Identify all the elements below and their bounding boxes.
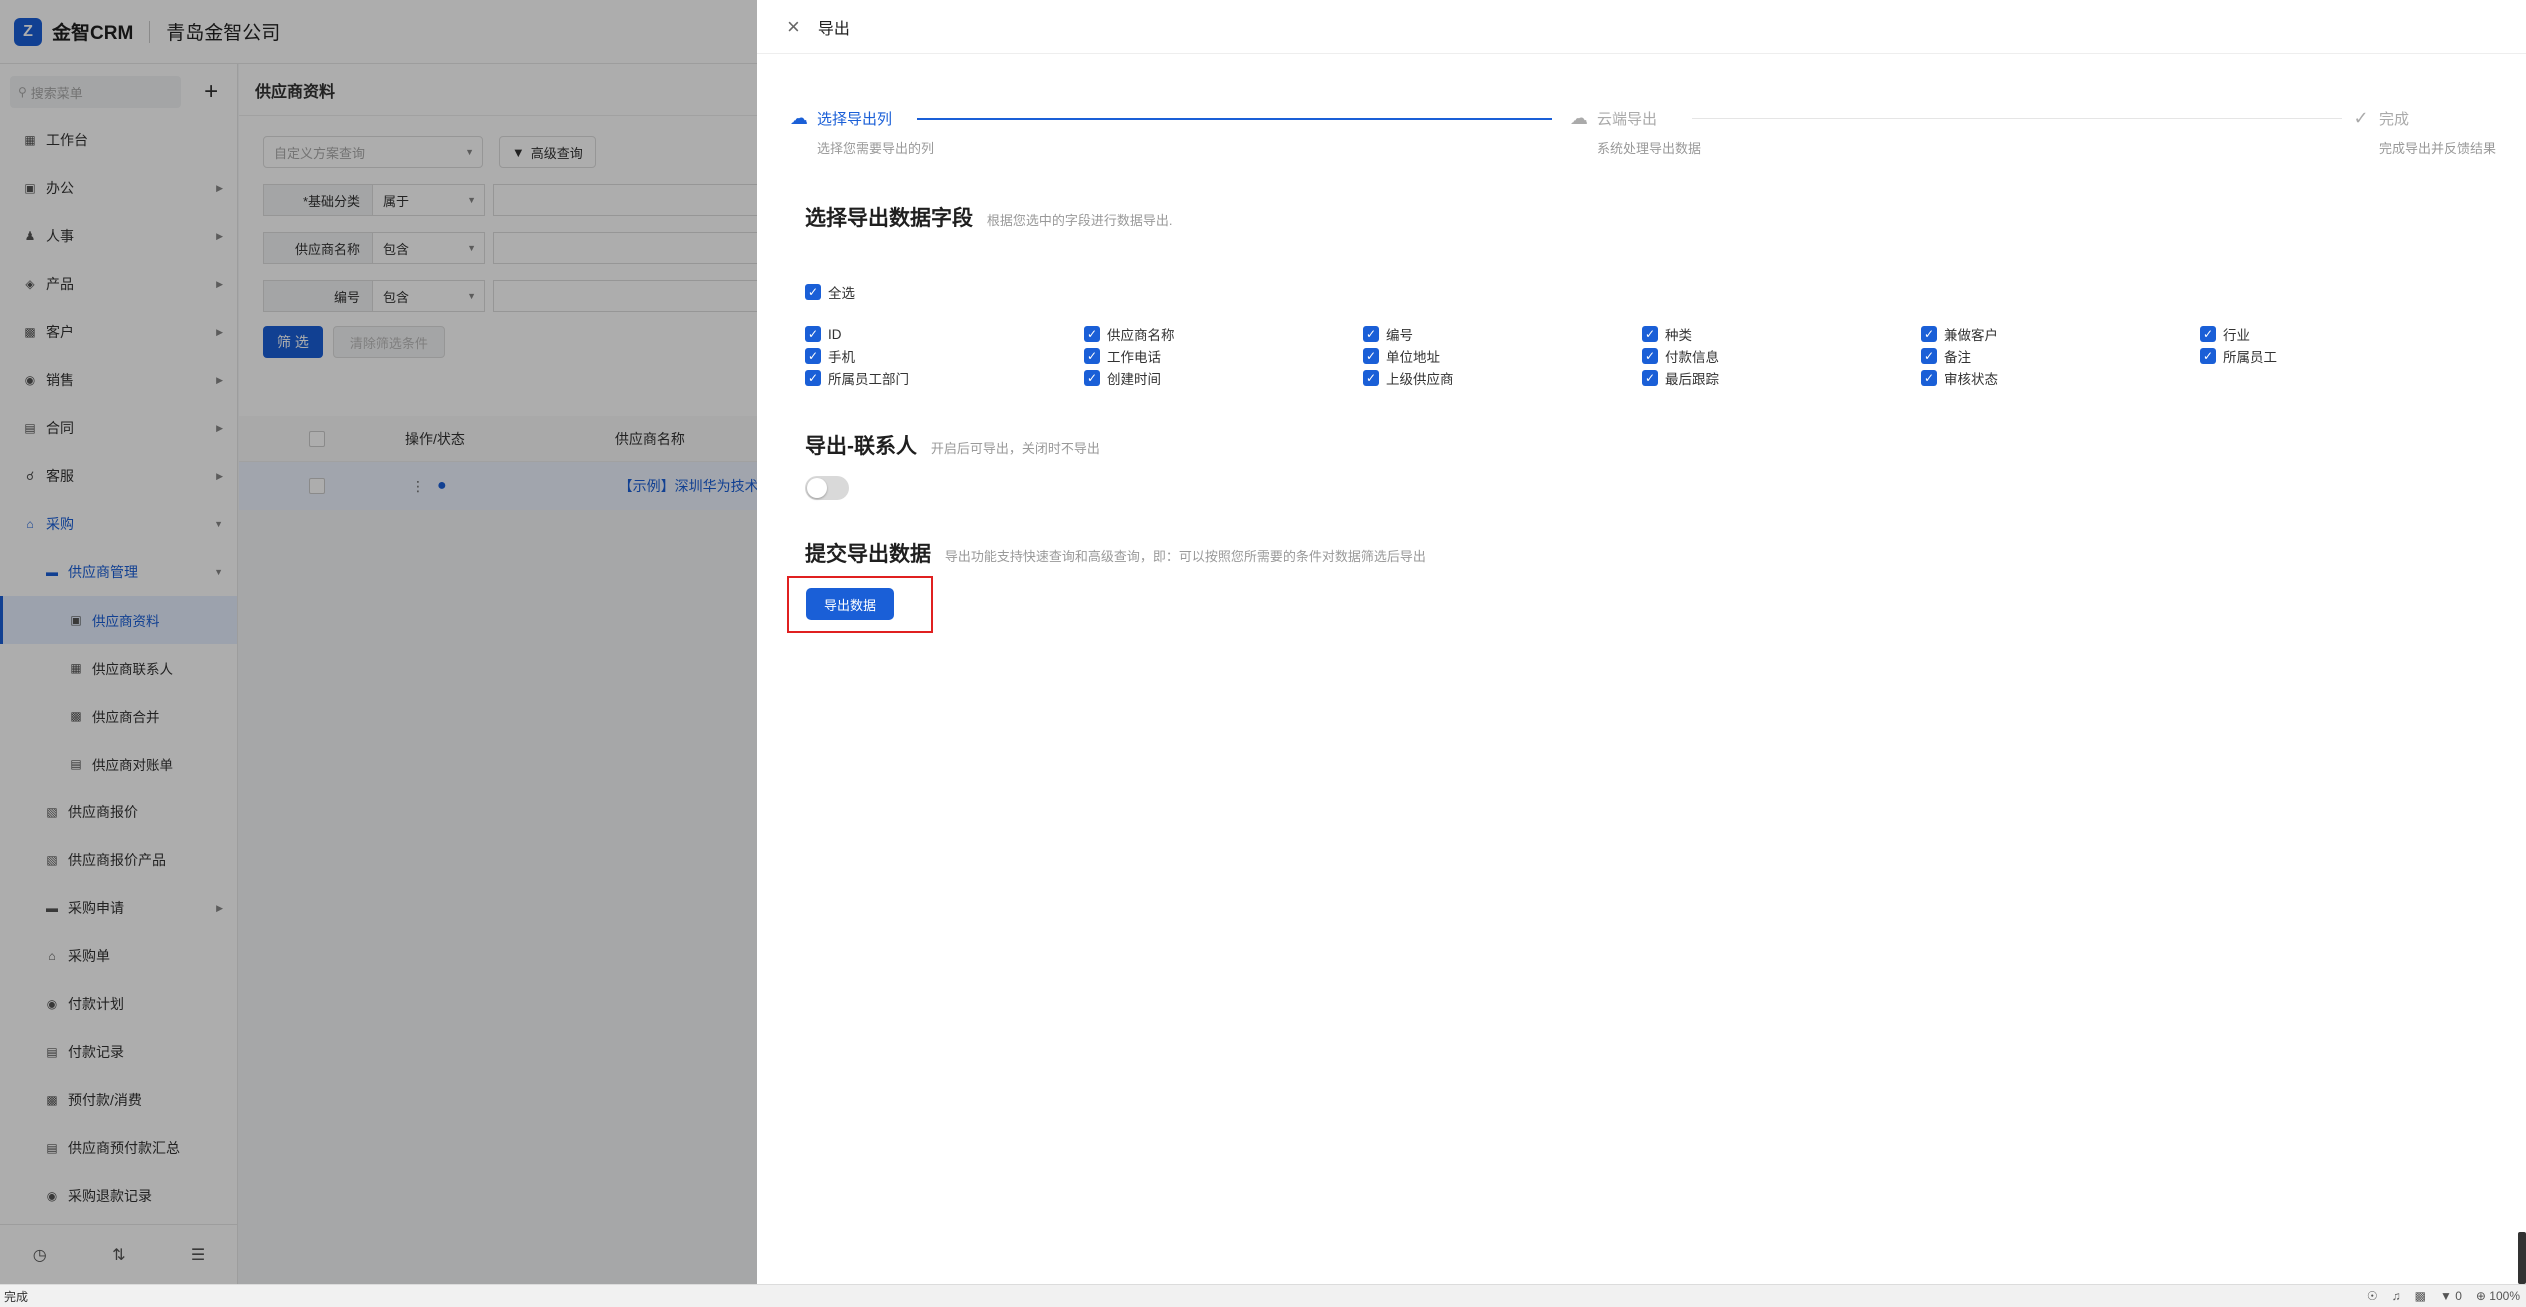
field-checkbox[interactable]: ✓ 所属员工 xyxy=(2200,348,2479,365)
field-checkbox[interactable]: ✓ 最后跟踪 xyxy=(1642,370,1921,387)
export-steps: ☁ 选择导出列 选择您需要导出的列 ☁ 云端导出 系统处理导出数据 ✓ 完成 完… xyxy=(787,106,2526,166)
download-counter[interactable]: ▼ 0 xyxy=(2440,1289,2462,1303)
checkbox-checked-icon: ✓ xyxy=(805,370,821,386)
cloud-upload-icon: ☁ xyxy=(790,107,808,128)
field-label: 上级供应商 xyxy=(1386,372,1454,387)
checkbox-checked-icon: ✓ xyxy=(2200,348,2216,364)
zoom-icon: ⊕ xyxy=(2475,1289,2486,1303)
zoom-control[interactable]: ⊕ 100% xyxy=(2476,1289,2520,1303)
section-title: 导出-联系人 xyxy=(805,435,917,458)
drawer-title: 导出 xyxy=(817,20,850,38)
export-fields-grid: ✓ ID ✓ 供应商名称 ✓ 编号 ✓ 种类 ✓ 兼做客户 ✓ 行业 ✓ 手机 ✓ 工作电话 ✓… xyxy=(805,326,2505,387)
checkbox-checked-icon: ✓ xyxy=(805,348,821,364)
check-circle-icon: ✓ xyxy=(2353,107,2369,128)
step-complete: ✓ 完成 完成导出并反馈结果 xyxy=(2349,106,2496,157)
checkbox-checked-icon: ✓ xyxy=(1921,326,1937,342)
close-icon[interactable]: × xyxy=(787,15,800,38)
field-checkbox[interactable]: ✓ 手机 xyxy=(805,348,1084,365)
field-checkbox[interactable]: ✓ 种类 xyxy=(1642,326,1921,343)
field-checkbox[interactable]: ✓ 编号 xyxy=(1363,326,1642,343)
status-text: 完成 xyxy=(4,1289,29,1304)
contacts-section-header: 导出-联系人 开启后可导出，关闭时不导出 xyxy=(805,430,1100,460)
field-checkbox[interactable]: ✓ 单位地址 xyxy=(1363,348,1642,365)
browser-status-bar: 完成 ☉ ♫ ▩ ▼ 0 ⊕ 100% xyxy=(0,1284,2526,1307)
field-label: 备注 xyxy=(1944,350,1971,365)
export-contacts-toggle[interactable] xyxy=(805,476,849,500)
section-title: 提交导出数据 xyxy=(805,543,931,566)
counter-value: 0 xyxy=(2455,1289,2462,1303)
section-title: 选择导出数据字段 xyxy=(805,207,973,230)
step-desc: 系统处理导出数据 xyxy=(1597,141,1702,156)
field-label: 兼做客户 xyxy=(1944,328,1998,343)
field-checkbox[interactable]: ✓ 供应商名称 xyxy=(1084,326,1363,343)
field-label: 所属员工 xyxy=(2223,350,2277,365)
checkbox-checked-icon: ✓ xyxy=(1642,348,1658,364)
fields-section-header: 选择导出数据字段 根据您选中的字段进行数据导出. xyxy=(805,202,1173,232)
download-icon: ▼ xyxy=(2439,1289,2452,1303)
select-all-checkbox[interactable]: ✓ 全选 xyxy=(805,282,855,302)
submit-section-header: 提交导出数据 导出功能支持快速查询和高级查询，即：可以按照您所需要的条件对数据筛… xyxy=(805,538,1426,568)
step-connector xyxy=(917,118,1552,120)
cloud-icon: ☁ xyxy=(1570,107,1588,128)
field-checkbox[interactable]: ✓ 付款信息 xyxy=(1642,348,1921,365)
section-desc: 根据您选中的字段进行数据导出. xyxy=(986,213,1173,228)
step-title: 完成 xyxy=(2379,110,2410,128)
zoom-value: 100% xyxy=(2489,1289,2520,1303)
checkbox-checked-icon: ✓ xyxy=(1363,326,1379,342)
step-connector xyxy=(1692,118,2342,119)
checkbox-checked-icon: ✓ xyxy=(805,326,821,342)
step-desc: 选择您需要导出的列 xyxy=(817,141,935,156)
step-title: 云端导出 xyxy=(1597,110,1658,128)
lock-icon[interactable]: ▩ xyxy=(2415,1289,2426,1303)
field-label: 行业 xyxy=(2223,328,2250,343)
field-label: ID xyxy=(828,326,842,342)
step-select-columns: ☁ 选择导出列 选择您需要导出的列 xyxy=(787,106,934,157)
field-label: 审核状态 xyxy=(1944,372,1998,387)
highlight-box: 导出数据 xyxy=(787,576,933,633)
field-label: 种类 xyxy=(1665,328,1692,343)
checkbox-checked-icon: ✓ xyxy=(1642,370,1658,386)
checkbox-checked-icon: ✓ xyxy=(1084,326,1100,342)
modal-overlay[interactable] xyxy=(0,0,757,1284)
mute-icon[interactable]: ♫ xyxy=(2392,1289,2401,1303)
field-label: 工作电话 xyxy=(1107,350,1161,365)
field-label: 手机 xyxy=(828,350,855,365)
checkbox-checked-icon: ✓ xyxy=(1363,348,1379,364)
field-label: 最后跟踪 xyxy=(1665,372,1719,387)
field-checkbox[interactable]: ✓ 行业 xyxy=(2200,326,2479,343)
field-checkbox[interactable]: ✓ 兼做客户 xyxy=(1921,326,2200,343)
step-title: 选择导出列 xyxy=(817,110,893,128)
checkbox-checked-icon: ✓ xyxy=(1921,370,1937,386)
step-cloud-export: ☁ 云端导出 系统处理导出数据 xyxy=(1567,106,1701,157)
step-desc: 完成导出并反馈结果 xyxy=(2379,141,2497,156)
field-label: 付款信息 xyxy=(1665,350,1719,365)
field-label: 单位地址 xyxy=(1386,350,1440,365)
section-desc: 导出功能支持快速查询和高级查询，即：可以按照您所需要的条件对数据筛选后导出 xyxy=(944,549,1426,564)
toggle-knob xyxy=(807,478,827,498)
field-checkbox[interactable]: ✓ 创建时间 xyxy=(1084,370,1363,387)
field-checkbox[interactable]: ✓ 审核状态 xyxy=(1921,370,2200,387)
checkbox-checked-icon: ✓ xyxy=(1921,348,1937,364)
export-drawer: × 导出 ☁ 选择导出列 选择您需要导出的列 ☁ 云端导出 系统处理导出数据 ✓… xyxy=(757,0,2526,1284)
field-label: 创建时间 xyxy=(1107,372,1161,387)
field-label: 供应商名称 xyxy=(1107,328,1175,343)
checkbox-label: 全选 xyxy=(828,286,855,301)
field-label: 所属员工部门 xyxy=(828,372,909,387)
section-desc: 开启后可导出，关闭时不导出 xyxy=(930,441,1100,456)
field-checkbox[interactable]: ✓ ID xyxy=(805,326,1084,342)
field-checkbox[interactable]: ✓ 备注 xyxy=(1921,348,2200,365)
checkbox-checked-icon: ✓ xyxy=(805,284,821,300)
field-label: 编号 xyxy=(1386,328,1413,343)
field-checkbox[interactable]: ✓ 上级供应商 xyxy=(1363,370,1642,387)
export-data-button[interactable]: 导出数据 xyxy=(806,588,894,620)
checkbox-checked-icon: ✓ xyxy=(1363,370,1379,386)
field-checkbox[interactable]: ✓ 所属员工部门 xyxy=(805,370,1084,387)
field-checkbox[interactable]: ✓ 工作电话 xyxy=(1084,348,1363,365)
shield-icon[interactable]: ☉ xyxy=(2367,1289,2378,1303)
scrollbar[interactable] xyxy=(2518,1232,2526,1284)
checkbox-checked-icon: ✓ xyxy=(2200,326,2216,342)
checkbox-checked-icon: ✓ xyxy=(1084,370,1100,386)
checkbox-checked-icon: ✓ xyxy=(1642,326,1658,342)
checkbox-checked-icon: ✓ xyxy=(1084,348,1100,364)
